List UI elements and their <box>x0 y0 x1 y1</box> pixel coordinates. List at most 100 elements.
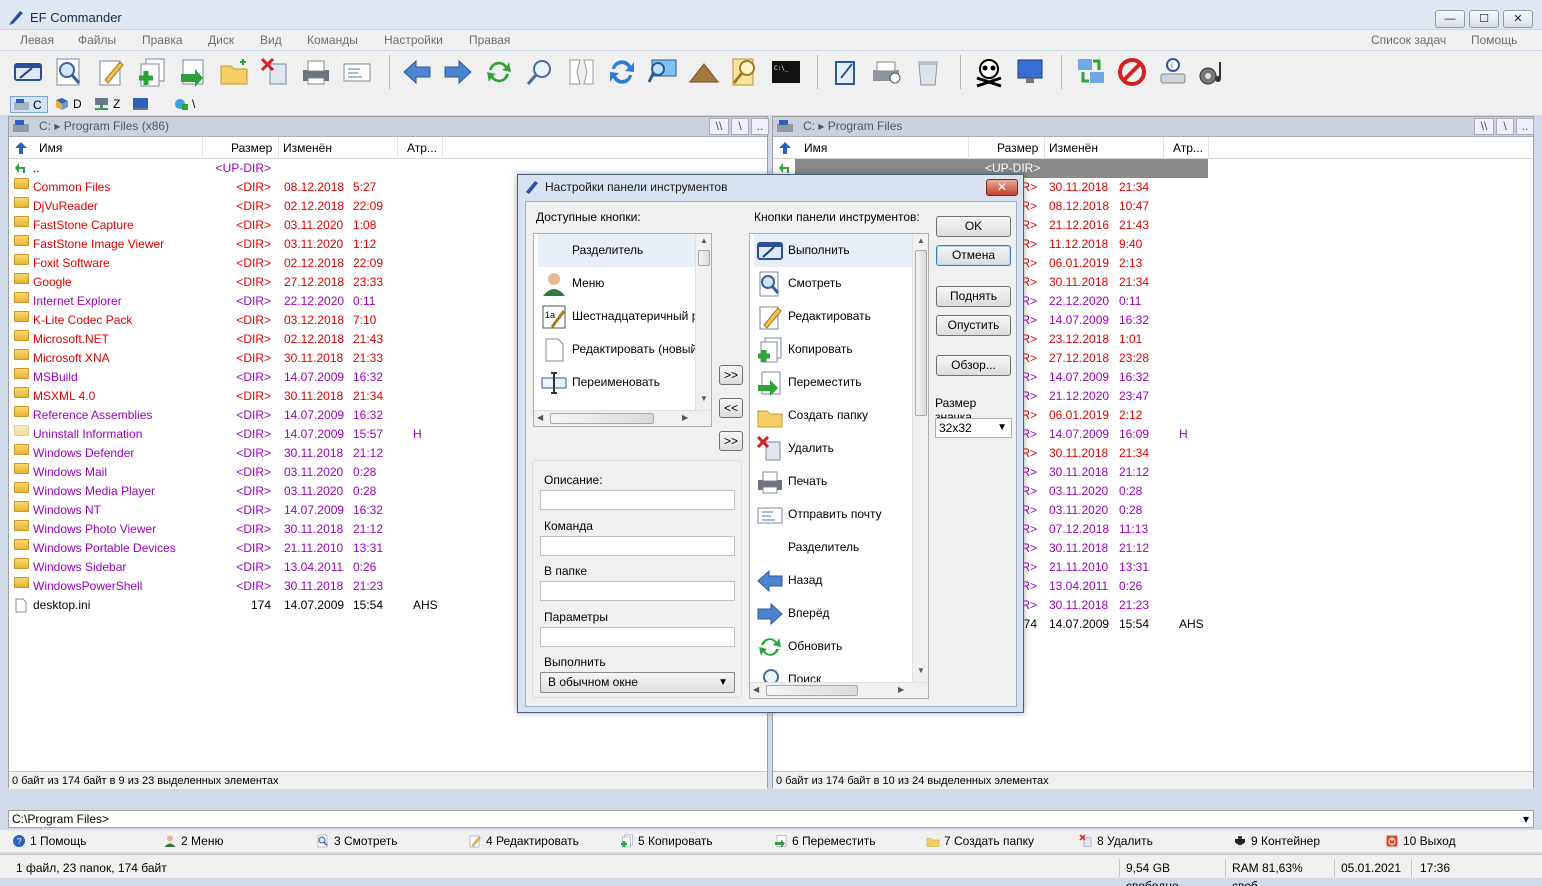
edit-box-icon[interactable] <box>830 56 862 88</box>
fkey-button-7[interactable]: 7 Создать папку <box>926 833 1034 849</box>
fkey-button-10[interactable]: 10 Выход <box>1385 833 1456 849</box>
menu-view[interactable]: Вид <box>260 33 282 47</box>
network-icon[interactable] <box>647 56 679 88</box>
add-button[interactable]: >> <box>719 365 743 385</box>
dialog-close-button[interactable]: ✕ <box>986 179 1018 196</box>
params-field[interactable] <box>540 627 735 647</box>
fkey-button-3[interactable]: 3 Смотреть <box>316 833 398 849</box>
forward-arrow-icon[interactable] <box>442 56 474 88</box>
right-drive-root-button[interactable]: \ <box>1496 118 1514 135</box>
menu-edit[interactable]: Правка <box>142 33 183 47</box>
ok-button[interactable]: OK <box>936 216 1011 237</box>
available-button-item[interactable]: 1a Шестнадцатеричный ред <box>538 300 711 333</box>
folder-field[interactable] <box>540 581 735 601</box>
desktop-button[interactable] <box>130 96 166 113</box>
new-folder-icon[interactable] <box>218 56 250 88</box>
right-parent-button[interactable]: .. <box>1516 118 1534 135</box>
send-mail-icon[interactable] <box>341 56 373 88</box>
command-field[interactable] <box>540 536 735 556</box>
toolbar-horizontal-scrollbar[interactable]: ◀ ▶ <box>750 682 928 698</box>
toolbar-button-item[interactable]: Удалить <box>754 432 928 465</box>
left-parent-button[interactable]: .. <box>751 118 769 135</box>
run-icon[interactable] <box>12 56 44 88</box>
toolbar-button-item[interactable]: Обновить <box>754 630 928 663</box>
column-modified[interactable]: Изменён <box>1049 141 1098 155</box>
maximize-button[interactable]: ☐ <box>1469 10 1499 28</box>
network-root-button[interactable]: \ <box>170 96 208 113</box>
search-icon[interactable] <box>524 56 556 88</box>
cancel-button[interactable]: Отмена <box>936 245 1011 266</box>
menu-disk[interactable]: Диск <box>208 33 234 47</box>
fkey-button-9[interactable]: 9 Контейнер <box>1233 833 1320 849</box>
run-mode-select[interactable]: В обычном окне ▼ <box>540 672 735 693</box>
drive-c-button[interactable]: C <box>10 96 48 113</box>
menu-right[interactable]: Правая <box>469 33 510 47</box>
toolbar-button-item[interactable]: Назад <box>754 564 928 597</box>
no-connection-icon[interactable] <box>1116 56 1148 88</box>
command-history-dropdown[interactable]: ▾ <box>1523 811 1529 827</box>
toolbar-button-item[interactable]: Разделитель <box>754 531 928 564</box>
drive-z-button[interactable]: Z <box>91 96 129 113</box>
edit-icon[interactable] <box>95 56 127 88</box>
fkey-button-5[interactable]: 5 Копировать <box>620 833 713 849</box>
menu-task-list[interactable]: Список задач <box>1371 33 1446 47</box>
network-transfer-icon[interactable] <box>1075 56 1107 88</box>
available-buttons-list[interactable]: Разделитель Меню 1a Шестнадцатеричный ред Ре… <box>533 233 712 427</box>
monitor-icon[interactable] <box>1014 56 1046 88</box>
back-arrow-icon[interactable] <box>401 56 433 88</box>
remove-button[interactable]: << <box>719 398 743 418</box>
menu-left[interactable]: Левая <box>20 33 54 47</box>
move-up-button[interactable]: Поднять <box>936 286 1011 307</box>
copy-icon[interactable] <box>136 56 168 88</box>
icon-size-select[interactable]: 32x32 ▼ <box>935 418 1012 438</box>
toolbar-button-item[interactable]: Печать <box>754 465 928 498</box>
fkey-button-1[interactable]: ? 1 Помощь <box>12 833 86 849</box>
available-button-item[interactable]: Редактировать (новый) <box>538 333 711 366</box>
left-path-bar[interactable]: C: ▸ Program Files (x86) \\ \ .. <box>9 117 769 137</box>
column-size[interactable]: Размер <box>997 141 1038 155</box>
sync-icon[interactable] <box>606 56 638 88</box>
left-root-button[interactable]: \\ <box>709 118 729 135</box>
fkey-button-2[interactable]: 2 Меню <box>163 833 223 849</box>
toolbar-button-item[interactable]: Вперёд <box>754 597 928 630</box>
available-button-item[interactable]: Разделитель <box>538 234 698 267</box>
toolbar-button-item[interactable]: Смотреть <box>754 267 928 300</box>
fkey-button-6[interactable]: 6 Переместить <box>774 833 876 849</box>
toolbar-button-item[interactable]: Переместить <box>754 366 928 399</box>
column-name[interactable]: Имя <box>39 141 62 155</box>
toolbar-button-item[interactable]: Редактировать <box>754 300 928 333</box>
move-down-button[interactable]: Опустить <box>936 315 1011 336</box>
toolbar-button-item[interactable]: Создать папку <box>754 399 928 432</box>
delete-icon[interactable] <box>259 56 291 88</box>
toolbar-button-item[interactable]: Отправить почту <box>754 498 928 531</box>
disk-info-icon[interactable]: i <box>1157 56 1189 88</box>
drive-d-button[interactable]: D <box>51 96 89 113</box>
fkey-button-4[interactable]: 4 Редактировать <box>468 833 579 849</box>
menu-settings[interactable]: Настройки <box>384 33 443 47</box>
toolbar-button-item[interactable]: Выполнить <box>754 234 914 267</box>
right-path-bar[interactable]: C: ▸ Program Files \\ \ .. <box>773 117 1534 137</box>
menu-commands[interactable]: Команды <box>307 33 358 47</box>
find-icon[interactable] <box>729 56 761 88</box>
column-size[interactable]: Размер <box>231 141 272 155</box>
menu-help[interactable]: Помощь <box>1471 33 1517 47</box>
column-modified[interactable]: Изменён <box>283 141 332 155</box>
refresh-icon[interactable] <box>483 56 515 88</box>
right-root-button[interactable]: \\ <box>1474 118 1494 135</box>
column-attr[interactable]: Атр... <box>407 141 437 155</box>
scanner-icon[interactable] <box>871 56 903 88</box>
split-icon[interactable] <box>565 56 597 88</box>
left-drive-root-button[interactable]: \ <box>731 118 749 135</box>
move-icon[interactable] <box>177 56 209 88</box>
browse-button[interactable]: Обзор... <box>936 355 1011 376</box>
toolbar-button-item[interactable]: Копировать <box>754 333 928 366</box>
music-icon[interactable] <box>1198 56 1230 88</box>
command-line[interactable]: C:\Program Files> ▾ <box>8 810 1534 828</box>
column-attr[interactable]: Атр... <box>1173 141 1203 155</box>
toolbar-buttons-list[interactable]: Выполнить Смотреть Редактировать Копировать… <box>749 233 929 699</box>
sort-up-icon[interactable] <box>779 142 791 154</box>
sort-up-icon[interactable] <box>15 142 27 154</box>
menu-files[interactable]: Файлы <box>78 33 116 47</box>
close-window-button[interactable]: ✕ <box>1503 10 1533 28</box>
console-icon[interactable]: C:\_ <box>770 56 802 88</box>
